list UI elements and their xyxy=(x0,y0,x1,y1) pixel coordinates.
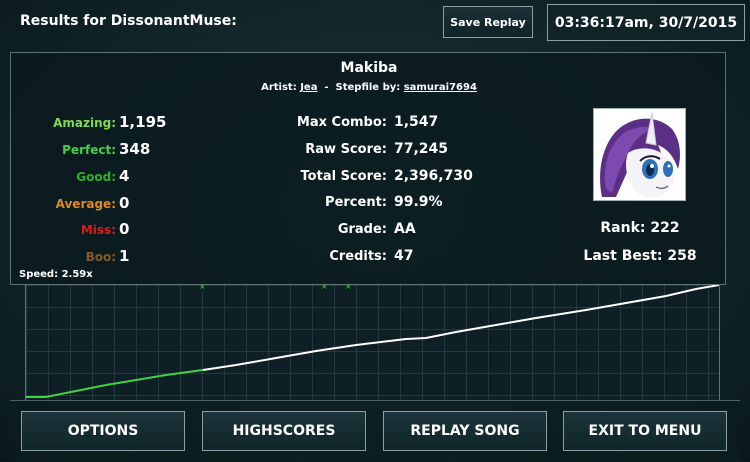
graph-line-start xyxy=(26,369,204,398)
max-combo-label: Max Combo: xyxy=(296,115,387,130)
save-replay-button[interactable]: Save Replay xyxy=(443,6,533,38)
exit-to-menu-button[interactable]: EXIT TO MENU xyxy=(563,411,727,451)
raw-score-label: Raw Score: xyxy=(305,142,387,157)
graph-marker-icon: × xyxy=(199,285,206,291)
score-graph: × × × xyxy=(25,285,720,400)
judgement-value: 0 xyxy=(119,220,130,238)
judgement-row-boo: Boo: 1 xyxy=(11,247,130,267)
last-best-display: Last Best: 258 xyxy=(583,248,697,264)
judgement-row-amazing: Amazing: 1,195 xyxy=(11,113,166,133)
judgement-value: 4 xyxy=(119,167,130,185)
datetime-display: 03:36:17am, 30/7/2015 xyxy=(547,4,745,41)
judgement-value: 348 xyxy=(119,140,151,158)
credits-label: Credits: xyxy=(329,249,387,264)
raw-score-value: 77,245 xyxy=(394,141,449,157)
judgement-row-average: Average: 0 xyxy=(11,194,130,214)
percent-value: 99.9% xyxy=(394,194,443,210)
judgement-label: Miss: xyxy=(80,223,116,237)
graph-line-rest xyxy=(202,285,719,371)
pony-avatar-icon xyxy=(593,108,686,201)
judgement-value: 1 xyxy=(119,247,130,265)
artist-label: Artist: xyxy=(261,82,297,93)
max-combo-value: 1,547 xyxy=(394,114,439,130)
judgement-row-good: Good: 4 xyxy=(11,167,129,187)
options-button[interactable]: OPTIONS xyxy=(21,411,185,451)
total-score-value: 2,396,730 xyxy=(394,168,473,184)
score-graph-canvas: × × × xyxy=(26,285,719,398)
judgement-row-perfect: Perfect: 348 xyxy=(11,140,150,160)
highscores-button[interactable]: HIGHSCORES xyxy=(202,411,366,451)
song-title: Makiba xyxy=(340,60,398,76)
stepfile-author-link[interactable]: samurai7694 xyxy=(404,82,477,93)
judgement-value: 0 xyxy=(119,194,130,212)
judgement-label: Boo: xyxy=(85,250,116,264)
judgement-label: Perfect: xyxy=(62,143,116,157)
replay-song-button[interactable]: REPLAY SONG xyxy=(383,411,547,451)
song-meta: Artist: Jea - Stepfile by: samurai7694 xyxy=(11,82,727,93)
judgement-label: Good: xyxy=(76,170,116,184)
grade-label: Grade: xyxy=(337,222,387,237)
graph-marker-icon: × xyxy=(345,285,352,291)
credits-value: 47 xyxy=(394,248,414,264)
judgement-label: Average: xyxy=(55,197,116,211)
total-score-label: Total Score: xyxy=(300,169,387,184)
judgement-row-miss: Miss: 0 xyxy=(11,220,130,240)
artist-link[interactable]: Jea xyxy=(300,82,317,93)
judgement-label: Amazing: xyxy=(53,116,116,130)
speed-display: Speed: 2.59x xyxy=(19,269,93,280)
meta-separator: - xyxy=(324,82,329,93)
graph-marker-icon: × xyxy=(321,285,328,291)
miss-markers: × × × xyxy=(199,285,352,291)
rank-display: Rank: 222 xyxy=(600,220,680,236)
results-title: Results for DissonantMuse: xyxy=(20,13,237,29)
judgement-value: 1,195 xyxy=(119,113,167,131)
stepfile-label: Stepfile by: xyxy=(335,82,401,93)
percent-label: Percent: xyxy=(325,195,387,210)
grade-value: AA xyxy=(394,221,416,237)
results-panel: Makiba Artist: Jea - Stepfile by: samura… xyxy=(10,52,726,285)
